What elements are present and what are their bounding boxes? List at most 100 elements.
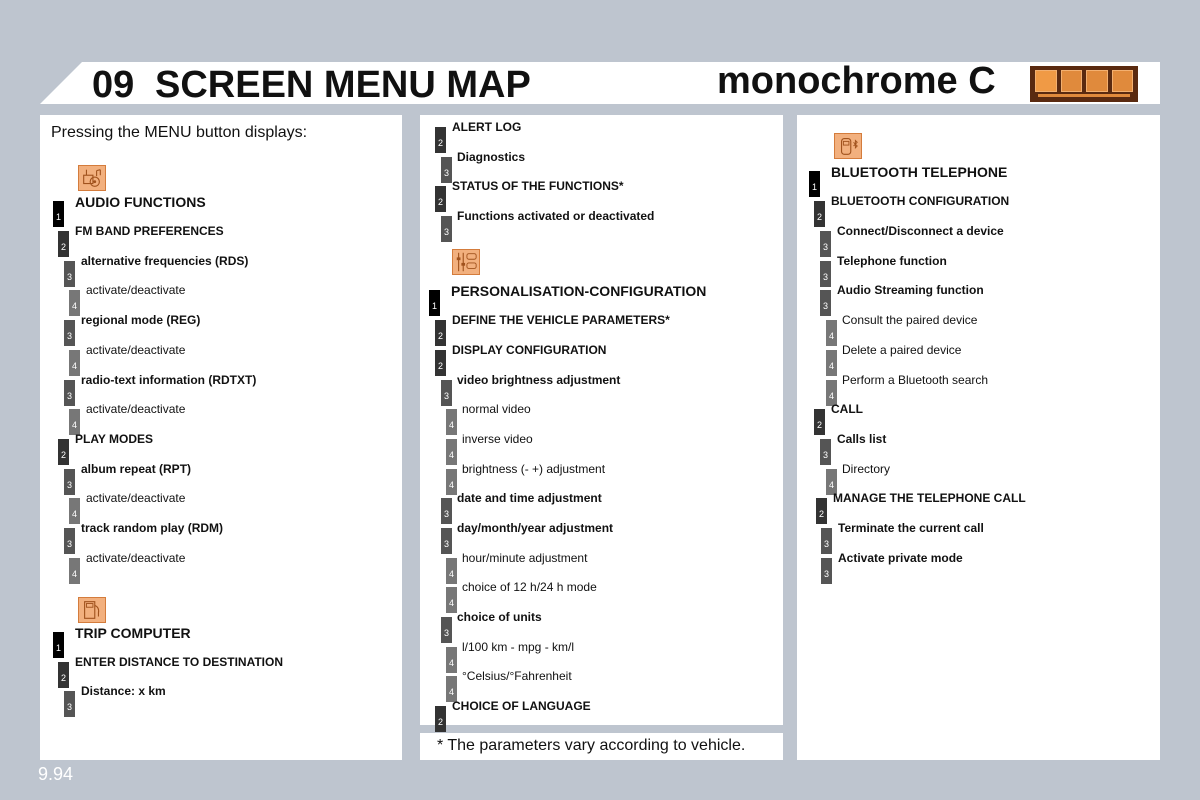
level-badge: 1 [809,171,820,197]
level-badge: 3 [64,261,75,287]
menu-item-label: l/100 km - mpg - km/l [462,640,575,654]
level-badge: 3 [820,439,831,465]
menu-item-label: alternative frequencies (RDS) [81,254,249,268]
menu-item-label: normal video [462,402,531,416]
level-badge: 3 [64,320,75,346]
level-badge: 2 [435,350,446,376]
menu-item-label: choice of 12 h/24 h mode [462,580,597,594]
menu-item-label: BLUETOOTH CONFIGURATION [831,194,1010,208]
level-badge: 3 [441,617,452,643]
menu-item-label: album repeat (RPT) [81,462,192,476]
menu-item-label: PLAY MODES [75,432,154,446]
menu-item-label: DEFINE THE VEHICLE PARAMETERS* [452,313,670,327]
menu-item-label: Audio Streaming function [837,283,984,297]
menu-item-label: choice of units [457,610,542,624]
menu-item-label: Perform a Bluetooth search [842,373,989,387]
level-badge: 4 [446,439,457,465]
menu-item-label: DISPLAY CONFIGURATION [452,343,607,357]
menu-item-label: AUDIO FUNCTIONS [75,194,206,210]
personalisation-icon [1086,70,1108,92]
menu-item-label: Functions activated or deactivated [457,209,655,223]
audio-icon [1035,70,1057,92]
level-badge: 2 [58,231,69,257]
menu-item-label: °Celsius/°Fahrenheit [462,669,572,683]
menu-item-label: ENTER DISTANCE TO DESTINATION [75,655,284,669]
footnote: * The parameters vary according to vehic… [437,737,746,754]
menu-item-label: Telephone function [837,254,947,268]
level-badge: 4 [446,409,457,435]
menu-item-label: Activate private mode [838,551,963,565]
header-wedge [40,62,82,104]
level-badge: 3 [64,469,75,495]
level-badge: 2 [435,127,446,153]
menu-item-label: day/month/year adjustment [457,521,614,535]
level-badge: 4 [69,498,80,524]
menu-item-label: Calls list [837,432,887,446]
level-badge: 1 [53,632,64,658]
menu-item-label: Consult the paired device [842,313,978,327]
level-badge: 3 [441,498,452,524]
level-badge: 3 [821,528,832,554]
menu-item-label: activate/deactivate [86,491,186,505]
level-badge: 2 [58,662,69,688]
menu-item-label: video brightness adjustment [457,373,621,387]
menu-item-label: ALERT LOG [452,120,522,134]
level-badge: 2 [435,320,446,346]
menu-item-label: PERSONALISATION-CONFIGURATION [451,283,707,299]
menu-item-label: activate/deactivate [86,402,186,416]
level-badge: 4 [446,587,457,613]
trip-computer-icon [1060,70,1082,92]
level-badge: 1 [53,201,64,227]
intro-text: Pressing the MENU button displays: [51,124,308,141]
menu-item-label: activate/deactivate [86,551,186,565]
level-badge: 2 [816,498,827,524]
menu-item-label: date and time adjustment [457,491,602,505]
menu-item-label: Directory [842,462,891,476]
level-badge: 3 [441,380,452,406]
menu-item-label: track random play (RDM) [81,521,224,535]
personalisation-icon [452,249,480,275]
level-badge: 4 [69,350,80,376]
page-number: 9.94 [38,764,74,784]
level-badge: 3 [64,380,75,406]
level-badge: 3 [64,528,75,554]
level-badge: 2 [435,186,446,212]
level-badge: 3 [64,691,75,717]
column-panel-2 [420,115,783,725]
menu-item-label: CALL [831,402,863,416]
trip-computer-icon [78,597,106,623]
menu-item-label: Delete a paired device [842,343,962,357]
bluetooth-telephone-icon [834,133,862,159]
menu-item-label: STATUS OF THE FUNCTIONS* [452,179,624,193]
menu-item-label: hour/minute adjustment [462,551,588,565]
level-badge: 3 [821,558,832,584]
level-badge: 4 [69,290,80,316]
menu-item-label: Diagnostics [457,150,526,164]
menu-item-label: BLUETOOTH TELEPHONE [831,164,1008,180]
audio-icon [78,165,106,191]
menu-item-label: regional mode (REG) [81,313,201,327]
level-badge: 1 [429,290,440,316]
menu-item-label: MANAGE THE TELEPHONE CALL [833,491,1026,505]
level-badge: 2 [814,409,825,435]
menu-item-label: activate/deactivate [86,283,186,297]
menu-item-label: Terminate the current call [838,521,984,535]
level-badge: 3 [820,231,831,257]
menu-item-label: FM BAND PREFERENCES [75,224,224,238]
level-badge: 4 [446,647,457,673]
menu-item-label: activate/deactivate [86,343,186,357]
level-badge: 2 [435,706,446,732]
bluetooth-telephone-icon [1111,70,1133,92]
header-icon-strip [1030,66,1138,102]
menu-item-label: inverse video [462,432,533,446]
menu-item-label: Distance: x km [81,684,166,698]
level-badge: 3 [441,157,452,183]
menu-item-label: TRIP COMPUTER [75,625,191,641]
level-badge: 4 [446,469,457,495]
menu-item-label: CHOICE OF LANGUAGE [452,699,591,713]
level-badge: 3 [441,528,452,554]
level-badge: 4 [69,558,80,584]
level-badge: 4 [446,558,457,584]
level-badge: 2 [814,201,825,227]
level-badge: 3 [820,290,831,316]
